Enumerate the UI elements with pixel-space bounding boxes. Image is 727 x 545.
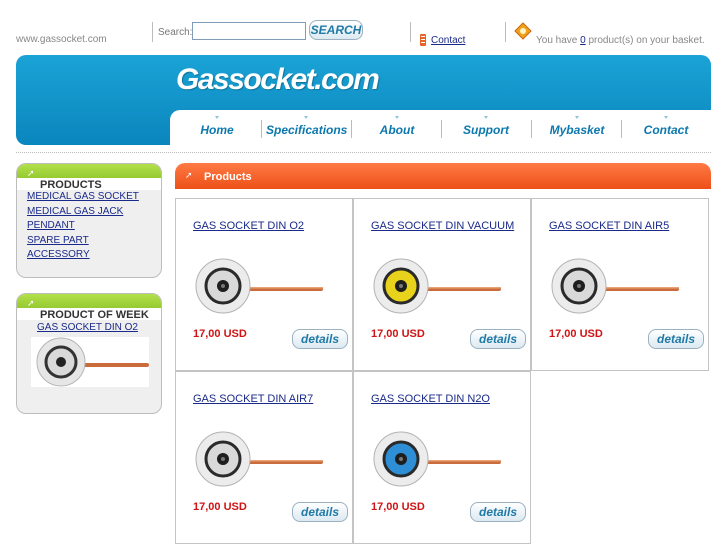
details-button[interactable]: details <box>648 329 704 349</box>
gas-socket-image <box>195 258 323 314</box>
category-link[interactable]: PENDANT <box>27 219 161 234</box>
dotted-divider <box>16 152 711 153</box>
nav-home[interactable]: Home <box>186 116 248 140</box>
nav-divider <box>531 120 532 138</box>
site-logo[interactable]: Gassocket.com <box>176 63 380 97</box>
basket-icon <box>514 22 532 40</box>
nav-tick-icon <box>304 116 308 119</box>
pin-icon: ➚ <box>27 168 35 178</box>
product-name-link[interactable]: GAS SOCKET DIN O2 <box>193 220 304 232</box>
contact-icon <box>420 34 426 46</box>
category-link[interactable]: ACCESSORY <box>27 248 161 263</box>
details-button[interactable]: details <box>292 329 348 349</box>
basket-status: You have 0 product(s) on your basket. <box>536 35 705 46</box>
nav-support[interactable]: Support <box>455 116 517 140</box>
product-of-week-title: PRODUCT OF WEEK <box>40 309 149 321</box>
product-name-link[interactable]: GAS SOCKET DIN AIR5 <box>549 220 669 232</box>
nav-tick-icon <box>664 116 668 119</box>
products-sidebar-header: ➚ PRODUCTS <box>17 164 161 191</box>
divider <box>505 22 506 42</box>
nav-mybasket[interactable]: Mybasket <box>545 116 609 140</box>
product-name-link[interactable]: GAS SOCKET DIN AIR7 <box>193 393 313 405</box>
product-of-week-link[interactable]: GAS SOCKET DIN O2 <box>37 322 161 333</box>
nav-divider <box>621 120 622 138</box>
nav-tick-icon <box>575 116 579 119</box>
product-price: 17,00 USD <box>549 328 603 340</box>
details-button[interactable]: details <box>292 502 348 522</box>
gas-socket-image <box>36 337 149 387</box>
product-of-week-header: ➚ PRODUCT OF WEEK <box>17 294 161 321</box>
details-button[interactable]: details <box>470 329 526 349</box>
product-card: GAS SOCKET DIN N2O 17,00 USD details <box>353 371 531 544</box>
product-image[interactable] <box>193 430 323 488</box>
nav-divider <box>351 120 352 138</box>
divider <box>410 22 411 42</box>
product-image[interactable] <box>193 257 323 315</box>
products-sidebar: ➚ PRODUCTS MEDICAL GAS SOCKET MEDICAL GA… <box>16 163 162 278</box>
divider <box>152 22 153 42</box>
category-list: MEDICAL GAS SOCKET MEDICAL GAS JACK PEND… <box>17 190 161 263</box>
product-image[interactable] <box>549 257 679 315</box>
gas-socket-image <box>373 431 501 487</box>
pin-icon: ➚ <box>27 298 35 308</box>
gas-socket-image <box>373 258 501 314</box>
nav-contact[interactable]: Contact <box>636 116 696 140</box>
category-link[interactable]: MEDICAL GAS JACK <box>27 205 161 220</box>
product-price: 17,00 USD <box>193 328 247 340</box>
category-link[interactable]: MEDICAL GAS SOCKET <box>27 190 161 205</box>
search-button[interactable]: SEARCH <box>309 20 363 40</box>
product-name-link[interactable]: GAS SOCKET DIN N2O <box>371 393 490 405</box>
product-price: 17,00 USD <box>371 328 425 340</box>
product-name-link[interactable]: GAS SOCKET DIN VACUUM <box>371 220 514 232</box>
product-image[interactable] <box>371 257 501 315</box>
product-card: GAS SOCKET DIN AIR7 17,00 USD details <box>175 371 353 544</box>
nav-tick-icon <box>395 116 399 119</box>
product-of-week-box: ➚ PRODUCT OF WEEK GAS SOCKET DIN O2 <box>16 293 162 414</box>
nav-divider <box>261 120 262 138</box>
nav-tick-icon <box>484 116 488 119</box>
search-input[interactable] <box>192 22 306 40</box>
product-card: GAS SOCKET DIN VACUUM 17,00 USD details <box>353 198 531 371</box>
contact-link[interactable]: Contact <box>431 35 465 46</box>
nav-tick-icon <box>215 116 219 119</box>
product-card: GAS SOCKET DIN O2 17,00 USD details <box>175 198 353 371</box>
product-price: 17,00 USD <box>371 501 425 513</box>
gas-socket-image <box>551 258 679 314</box>
site-url: www.gassocket.com <box>16 34 107 45</box>
products-title: Products <box>204 171 252 183</box>
nav-specifications[interactable]: Specifications <box>266 116 347 140</box>
product-price: 17,00 USD <box>193 501 247 513</box>
product-of-week-image[interactable] <box>31 337 149 387</box>
category-link[interactable]: SPARE PART <box>27 234 161 249</box>
product-image[interactable] <box>371 430 501 488</box>
products-sidebar-title: PRODUCTS <box>40 179 102 191</box>
gas-socket-image <box>195 431 323 487</box>
nav-divider <box>441 120 442 138</box>
products-header: ➚ Products <box>175 163 711 189</box>
pin-icon: ➚ <box>185 170 193 180</box>
search-label: Search: <box>158 27 193 38</box>
product-card: GAS SOCKET DIN AIR5 17,00 USD details <box>531 198 709 371</box>
nav-about[interactable]: About <box>365 116 429 140</box>
details-button[interactable]: details <box>470 502 526 522</box>
